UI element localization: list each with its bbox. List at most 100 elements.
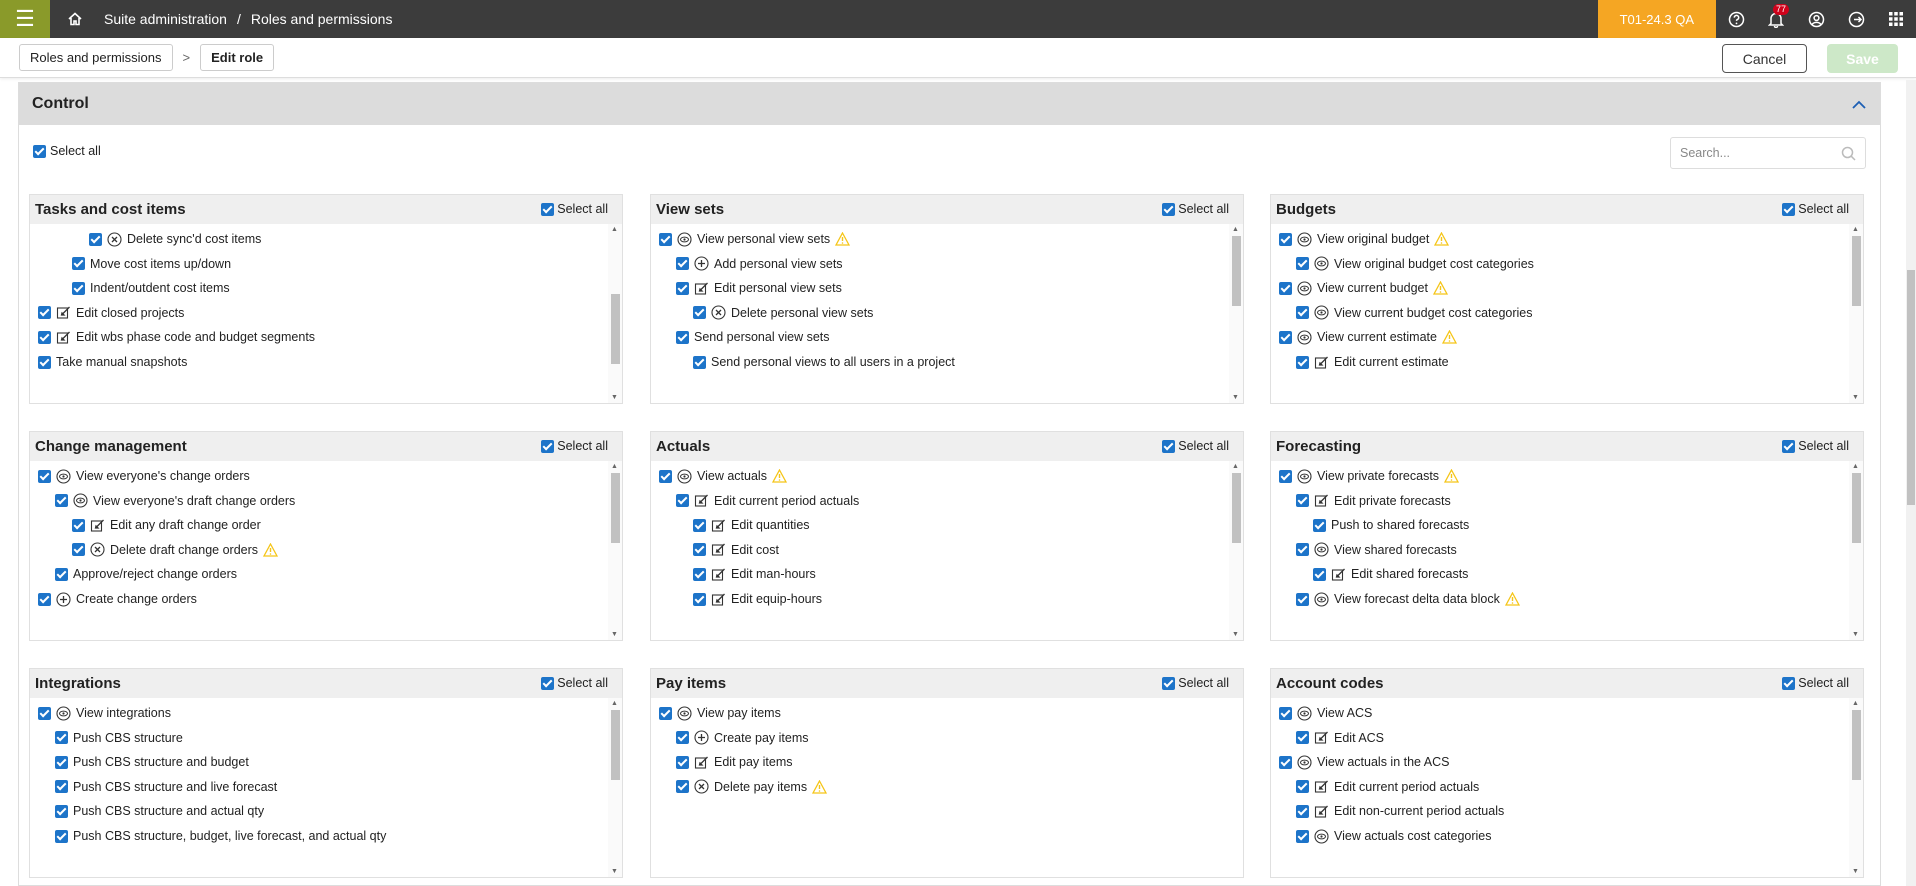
- permission-checkbox[interactable]: [676, 281, 689, 295]
- permission-item[interactable]: Send personal view sets: [676, 327, 830, 347]
- permission-checkbox[interactable]: [72, 543, 85, 557]
- permission-item[interactable]: Edit non-current period actuals: [1296, 801, 1504, 821]
- permission-item[interactable]: Edit wbs phase code and budget segments: [38, 327, 315, 347]
- permission-checkbox[interactable]: [693, 592, 706, 606]
- permission-item[interactable]: Indent/outdent cost items: [72, 278, 230, 298]
- scroll-thumb[interactable]: [1852, 236, 1861, 306]
- permission-checkbox[interactable]: [1279, 755, 1292, 769]
- card-select-all[interactable]: Select all: [1162, 439, 1229, 453]
- scroll-up-icon[interactable]: ▲: [611, 463, 618, 470]
- scroll-thumb[interactable]: [1232, 473, 1241, 543]
- permission-item[interactable]: Delete draft change orders: [72, 540, 279, 560]
- global-select-all[interactable]: Select all: [33, 144, 101, 158]
- card-select-all[interactable]: Select all: [541, 439, 608, 453]
- scroll-thumb[interactable]: [1852, 710, 1861, 780]
- permission-item[interactable]: Take manual snapshots: [38, 352, 187, 372]
- card-scrollbar[interactable]: ▲ ▼: [608, 224, 622, 403]
- card-select-all[interactable]: Select all: [1782, 439, 1849, 453]
- hamburger-icon[interactable]: ☰: [0, 0, 50, 38]
- permission-item[interactable]: Push CBS structure, budget, live forecas…: [55, 826, 386, 846]
- scroll-down-icon[interactable]: ▼: [1852, 631, 1859, 638]
- card-scrollbar[interactable]: ▲ ▼: [608, 461, 622, 640]
- card-select-all[interactable]: Select all: [1162, 676, 1229, 690]
- permission-checkbox[interactable]: [55, 494, 68, 508]
- scroll-down-icon[interactable]: ▼: [611, 868, 618, 875]
- permission-checkbox[interactable]: [38, 592, 51, 606]
- card-select-all[interactable]: Select all: [1782, 676, 1849, 690]
- permission-item[interactable]: View actuals in the ACS: [1279, 752, 1449, 772]
- permission-checkbox[interactable]: [676, 755, 689, 769]
- scroll-up-icon[interactable]: ▲: [611, 226, 618, 233]
- logout-icon[interactable]: [1836, 0, 1876, 38]
- permission-checkbox[interactable]: [693, 543, 706, 557]
- permission-item[interactable]: View personal view sets: [659, 229, 851, 249]
- permission-item[interactable]: Edit pay items: [676, 752, 793, 772]
- permission-checkbox[interactable]: [693, 567, 706, 581]
- permission-checkbox[interactable]: [1279, 281, 1292, 295]
- scroll-thumb[interactable]: [1852, 473, 1861, 543]
- card-select-all-checkbox[interactable]: [1162, 202, 1176, 216]
- card-select-all-checkbox[interactable]: [1782, 676, 1796, 690]
- permission-item[interactable]: View current estimate: [1279, 327, 1457, 347]
- breadcrumb-suite-admin[interactable]: Suite administration: [104, 11, 227, 27]
- permission-checkbox[interactable]: [55, 731, 68, 745]
- permission-item[interactable]: View everyone's change orders: [38, 466, 250, 486]
- panel-header[interactable]: Control: [19, 83, 1880, 125]
- permission-item[interactable]: Approve/reject change orders: [55, 564, 237, 584]
- search-icon[interactable]: [1841, 146, 1856, 164]
- permission-item[interactable]: Delete sync'd cost items: [89, 229, 261, 249]
- scroll-thumb[interactable]: [611, 473, 620, 543]
- crumb-roles-and-permissions[interactable]: Roles and permissions: [19, 44, 173, 71]
- apps-icon[interactable]: [1876, 0, 1916, 38]
- permission-item[interactable]: Delete pay items: [676, 777, 828, 797]
- permission-item[interactable]: View current budget: [1279, 278, 1448, 298]
- permission-checkbox[interactable]: [659, 469, 672, 483]
- permission-checkbox[interactable]: [1296, 829, 1309, 843]
- permission-checkbox[interactable]: [676, 731, 689, 745]
- permission-checkbox[interactable]: [72, 257, 85, 271]
- permission-checkbox[interactable]: [693, 306, 706, 320]
- card-scrollbar[interactable]: ▲ ▼: [1849, 461, 1863, 640]
- permission-item[interactable]: Move cost items up/down: [72, 254, 231, 274]
- card-select-all-checkbox[interactable]: [541, 202, 555, 216]
- crumb-edit-role[interactable]: Edit role: [200, 44, 275, 71]
- permission-checkbox[interactable]: [38, 306, 51, 320]
- permission-item[interactable]: View current budget cost categories: [1296, 303, 1533, 323]
- permission-item[interactable]: View integrations: [38, 703, 171, 723]
- permission-checkbox[interactable]: [1313, 518, 1326, 532]
- permission-item[interactable]: Push CBS structure: [55, 728, 183, 748]
- select-all-checkbox[interactable]: [33, 144, 46, 158]
- scroll-down-icon[interactable]: ▼: [1852, 868, 1859, 875]
- permission-item[interactable]: Edit man-hours: [693, 564, 816, 584]
- bell-icon[interactable]: 77: [1756, 0, 1796, 38]
- scroll-up-icon[interactable]: ▲: [1232, 226, 1239, 233]
- save-button[interactable]: Save: [1827, 44, 1898, 73]
- card-scrollbar[interactable]: ▲ ▼: [1229, 224, 1243, 403]
- scroll-thumb[interactable]: [1232, 236, 1241, 306]
- permission-checkbox[interactable]: [676, 330, 689, 344]
- card-select-all-checkbox[interactable]: [541, 676, 555, 690]
- permission-checkbox[interactable]: [659, 232, 672, 246]
- scroll-up-icon[interactable]: ▲: [1852, 226, 1859, 233]
- permission-checkbox[interactable]: [693, 518, 706, 532]
- scroll-up-icon[interactable]: ▲: [1232, 463, 1239, 470]
- card-scrollbar[interactable]: ▲ ▼: [1229, 461, 1243, 640]
- permission-checkbox[interactable]: [659, 706, 672, 720]
- permission-item[interactable]: View pay items: [659, 703, 781, 723]
- permission-checkbox[interactable]: [55, 755, 68, 769]
- card-select-all-checkbox[interactable]: [1162, 676, 1176, 690]
- permission-item[interactable]: Add personal view sets: [676, 254, 843, 274]
- card-select-all[interactable]: Select all: [541, 202, 608, 216]
- permission-checkbox[interactable]: [72, 518, 85, 532]
- card-select-all-checkbox[interactable]: [1782, 202, 1796, 216]
- card-scrollbar[interactable]: ▲ ▼: [1849, 698, 1863, 877]
- card-select-all[interactable]: Select all: [541, 676, 608, 690]
- permission-item[interactable]: Edit any draft change order: [72, 515, 261, 535]
- permission-checkbox[interactable]: [693, 355, 706, 369]
- permission-item[interactable]: View private forecasts: [1279, 466, 1460, 486]
- home-icon[interactable]: [50, 0, 100, 38]
- permission-checkbox[interactable]: [1296, 780, 1309, 794]
- permission-item[interactable]: View actuals: [659, 466, 787, 486]
- page-scrollbar[interactable]: [1906, 80, 1916, 886]
- permission-checkbox[interactable]: [55, 780, 68, 794]
